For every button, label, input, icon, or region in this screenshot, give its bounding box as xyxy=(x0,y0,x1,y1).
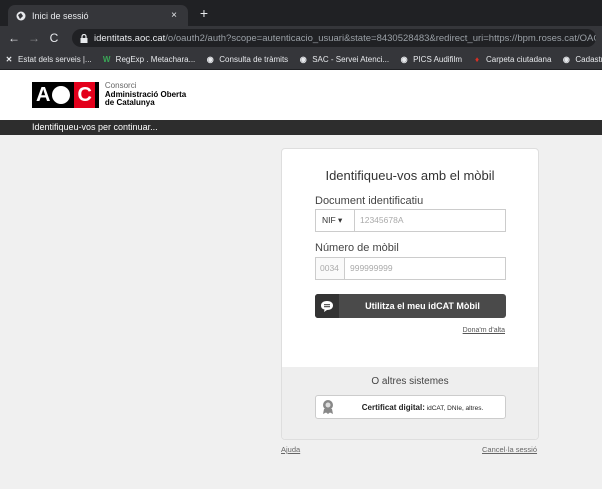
browser-tab-bar: Inici de sessió × + xyxy=(0,0,602,26)
phone-prefix: 0034 xyxy=(315,257,345,280)
alternative-systems: O altres sistemes Certificat digital: id… xyxy=(282,367,538,439)
bookmark-label: RegExp . Metachara... xyxy=(115,55,196,64)
bookmark-label: Cadastre-Citr xyxy=(575,55,602,64)
lock-icon xyxy=(80,33,88,43)
tab-title: Inici de sessió xyxy=(32,10,89,21)
help-link[interactable]: Ajuda xyxy=(281,445,300,454)
bookmark-item[interactable]: ◉ Cadastre-Citr xyxy=(561,55,602,65)
globe-icon: ◉ xyxy=(206,55,214,64)
globe-icon xyxy=(16,11,26,21)
bookmark-label: Carpeta ciutadana xyxy=(486,55,552,64)
bookmark-item[interactable]: ◉ SAC - Servei Atenci... xyxy=(298,55,389,65)
bookmark-label: PICS Audifilm xyxy=(413,55,463,64)
forward-button[interactable]: → xyxy=(26,30,42,46)
browser-toolbar: ← → C identitats.aoc.cat/o/oauth2/auth?s… xyxy=(0,26,602,50)
digital-certificate-button[interactable]: Certificat digital: idCAT, DNIe, altres. xyxy=(315,395,506,419)
globe-icon: ◉ xyxy=(562,55,570,64)
bookmark-label: Consulta de tràmits xyxy=(219,55,289,64)
phone-label: Número de mòbil xyxy=(315,242,399,254)
bookmarks-bar: ✕ Estat dels serveis |... W RegExp . Metac… xyxy=(0,50,602,70)
globe-icon: ◉ xyxy=(400,55,408,64)
new-tab-button[interactable]: + xyxy=(196,5,212,21)
logo-letter-c: C xyxy=(74,82,95,108)
signup-link[interactable]: Dona'm d'alta xyxy=(463,327,505,334)
tab-close-button[interactable]: × xyxy=(168,10,180,21)
chat-bubble-icon xyxy=(315,294,339,318)
bookmark-item[interactable]: W RegExp . Metachara... xyxy=(102,55,196,65)
logo-mark: A C xyxy=(32,82,99,108)
idcat-mobil-button-label: Utilitza el meu idCAT Mòbil xyxy=(365,301,480,311)
certificate-title: Certificat digital: xyxy=(361,402,425,412)
logo-line: de Catalunya xyxy=(104,98,155,108)
certificate-options: idCAT, DNIe, altres. xyxy=(424,404,484,412)
document-input[interactable]: 12345678A xyxy=(354,209,506,232)
logo-letter-a: A xyxy=(36,84,51,106)
bookmark-label: Estat dels serveis |... xyxy=(18,55,92,64)
idcat-mobil-button[interactable]: Utilitza el meu idCAT Mòbil xyxy=(315,294,506,318)
bookmark-item[interactable]: ♦ Carpeta ciutadana xyxy=(472,55,551,65)
login-card: Identifiqueu-vos amb el mòbil Document i… xyxy=(281,148,539,440)
certificate-icon xyxy=(316,396,340,418)
phone-input[interactable]: 999999999 xyxy=(344,257,506,280)
bookmark-item[interactable]: ✕ Estat dels serveis |... xyxy=(4,55,92,65)
logo-circle xyxy=(52,86,71,104)
cancel-session-link[interactable]: Cancel·la sessió xyxy=(482,445,537,454)
reload-button[interactable]: C xyxy=(46,30,62,46)
status-icon: ✕ xyxy=(5,55,13,64)
bookmark-item[interactable]: ◉ PICS Audifilm xyxy=(399,55,462,65)
document-label: Document identificatiu xyxy=(315,195,424,207)
aoc-logo[interactable]: A C Consorci Administració Oberta de Cat… xyxy=(32,82,186,108)
instruction-bar: Identifiqueu-vos per continuar... xyxy=(0,120,602,135)
page-header: A C Consorci Administració Oberta de Cat… xyxy=(0,70,602,120)
w-icon: W xyxy=(102,55,111,64)
address-bar[interactable]: identitats.aoc.cat/o/oauth2/auth?scope=a… xyxy=(72,29,596,47)
document-type-select[interactable]: NIF ▾ xyxy=(315,209,355,232)
browser-tab[interactable]: Inici de sessió × xyxy=(8,5,188,26)
digital-certificate-label: Certificat digital: idCAT, DNIe, altres. xyxy=(340,403,505,412)
url-path: /o/oauth2/auth?scope=autenticacio_usuari… xyxy=(165,32,596,44)
bookmark-label: SAC - Servei Atenci... xyxy=(312,55,390,64)
back-button[interactable]: ← xyxy=(6,30,22,46)
bookmark-item[interactable]: ◉ Consulta de tràmits xyxy=(205,55,288,65)
logo-text: Consorci Administració Oberta de Catalun… xyxy=(105,82,186,108)
login-title: Identifiqueu-vos amb el mòbil xyxy=(325,168,495,183)
url-host: identitats.aoc.cat xyxy=(94,32,166,44)
folder-icon: ♦ xyxy=(474,55,480,64)
alternatives-title: O altres sistemes xyxy=(371,376,449,387)
globe-icon: ◉ xyxy=(299,55,307,64)
